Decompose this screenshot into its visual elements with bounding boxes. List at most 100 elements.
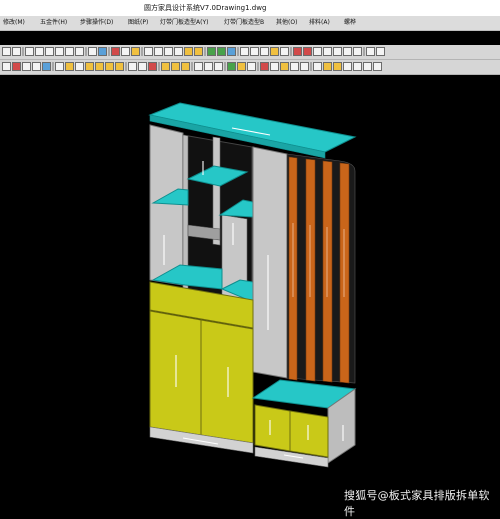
menu-item-drawings[interactable]: 图纸(P)	[128, 16, 148, 30]
toolbar-icon[interactable]	[32, 62, 41, 71]
menu-item-steps[interactable]: 步骤操作(D)	[80, 16, 113, 30]
toolbar-icon[interactable]	[333, 62, 342, 71]
toolbar-icon[interactable]	[12, 47, 21, 56]
toolbar-icon[interactable]	[2, 62, 11, 71]
left-side-panel	[149, 124, 184, 286]
toolbar-icon[interactable]	[373, 62, 382, 71]
toolbar-icon[interactable]	[131, 47, 140, 56]
menu-item-door-style-b[interactable]: 灯带门板造型B	[224, 16, 264, 30]
toolbar-icon[interactable]	[313, 62, 322, 71]
toolbar-icon[interactable]	[323, 62, 332, 71]
toolbar-icon[interactable]	[25, 47, 34, 56]
toolbar-icon[interactable]	[65, 62, 74, 71]
toolbar-icon[interactable]	[85, 62, 94, 71]
app-title: 圆方家具设计系统V7.0	[144, 4, 216, 12]
toolbar-icon[interactable]	[2, 47, 11, 56]
toolbar-icon[interactable]	[181, 62, 190, 71]
toolbar-icon[interactable]	[121, 47, 130, 56]
toolbar-separator	[257, 62, 259, 71]
toolbar-icon[interactable]	[260, 62, 269, 71]
toolbar-icon[interactable]	[194, 62, 203, 71]
toolbar-icon[interactable]	[154, 47, 163, 56]
menu-item-nesting[interactable]: 排料(A)	[309, 16, 330, 30]
toolbar-icon[interactable]	[35, 47, 44, 56]
toolbar-icon[interactable]	[12, 62, 21, 71]
toolbar-icon[interactable]	[227, 47, 236, 56]
toolbar-icon[interactable]	[270, 47, 279, 56]
toolbar-separator	[108, 47, 110, 56]
toolbar-icon[interactable]	[280, 62, 289, 71]
menu-item-fastener[interactable]: 螺桦	[344, 16, 356, 30]
toolbar-icon[interactable]	[353, 62, 362, 71]
toolbar-icon[interactable]	[22, 62, 31, 71]
toolbar-icon[interactable]	[42, 62, 51, 71]
toolbar-icon[interactable]	[240, 47, 249, 56]
toolbar-icon[interactable]	[138, 62, 147, 71]
toolbar-icon[interactable]	[207, 47, 216, 56]
toolbar-icon[interactable]	[161, 62, 170, 71]
toolbar-icon[interactable]	[45, 47, 54, 56]
toolbar-icon[interactable]	[363, 62, 372, 71]
toolbar-icon[interactable]	[75, 62, 84, 71]
toolbar-icon[interactable]	[184, 47, 193, 56]
right-tall-panel	[252, 146, 288, 379]
slat-3	[322, 160, 333, 383]
toolbar-icon[interactable]	[300, 62, 309, 71]
toolbar-icon[interactable]	[194, 47, 203, 56]
toolbar-separator	[363, 47, 365, 56]
toolbar-icon[interactable]	[333, 47, 342, 56]
toolbar-separator	[125, 62, 127, 71]
toolbar-icon[interactable]	[366, 47, 375, 56]
toolbar-separator	[290, 47, 292, 56]
watermark-text: 搜狐号@板式家具排版拆单软件	[344, 489, 490, 518]
toolbar-separator	[52, 62, 54, 71]
toolbar-icon[interactable]	[105, 62, 114, 71]
menu-item-other[interactable]: 其他(O)	[276, 16, 297, 30]
toolbar-icon[interactable]	[75, 47, 84, 56]
toolbar-icon[interactable]	[164, 47, 173, 56]
menu-item-door-style-a[interactable]: 灯带门板造型A(Y)	[160, 16, 208, 30]
toolbar-separator	[22, 47, 24, 56]
toolbar-icon[interactable]	[323, 47, 332, 56]
toolbar-separator	[141, 47, 143, 56]
toolbar-icon[interactable]	[343, 62, 352, 71]
toolbar-separator	[191, 62, 193, 71]
toolbar-icon[interactable]	[270, 62, 279, 71]
toolbar-icon[interactable]	[55, 62, 64, 71]
toolbar-icon[interactable]	[376, 47, 385, 56]
toolbar-icon[interactable]	[250, 47, 259, 56]
toolbar-icon[interactable]	[115, 62, 124, 71]
toolbar-icon[interactable]	[111, 47, 120, 56]
cabinet-model	[148, 102, 357, 468]
menu-bar: 修改(M) 五金件(H) 步骤操作(D) 图纸(P) 灯带门板造型A(Y) 灯带…	[0, 16, 500, 31]
toolbar-icon[interactable]	[204, 62, 213, 71]
toolbar-icon[interactable]	[290, 62, 299, 71]
toolbar-icon[interactable]	[88, 47, 97, 56]
toolbar-icon[interactable]	[313, 47, 322, 56]
toolbar-icon[interactable]	[144, 47, 153, 56]
toolbar-icon[interactable]	[55, 47, 64, 56]
toolbar-icon[interactable]	[65, 47, 74, 56]
toolbar-icon[interactable]	[227, 62, 236, 71]
toolbar-separator	[85, 47, 87, 56]
toolbar-icon[interactable]	[237, 62, 246, 71]
toolbar-icon[interactable]	[171, 62, 180, 71]
lower-cabinet-right-door	[200, 319, 254, 444]
toolbar-icon[interactable]	[214, 62, 223, 71]
toolbar-icon[interactable]	[260, 47, 269, 56]
toolbar-icon[interactable]	[148, 62, 157, 71]
toolbar-icon[interactable]	[343, 47, 352, 56]
menu-item-hardware[interactable]: 五金件(H)	[40, 16, 67, 30]
menu-item-modify[interactable]: 修改(M)	[3, 16, 25, 30]
toolbar-icon[interactable]	[174, 47, 183, 56]
toolbar-icon[interactable]	[293, 47, 302, 56]
toolbar-icon[interactable]	[217, 47, 226, 56]
toolbar-icon[interactable]	[353, 47, 362, 56]
toolbar-icon[interactable]	[247, 62, 256, 71]
drawing-viewport[interactable]	[0, 75, 500, 508]
toolbar-icon[interactable]	[95, 62, 104, 71]
toolbar-icon[interactable]	[280, 47, 289, 56]
toolbar-icon[interactable]	[303, 47, 312, 56]
toolbar-icon[interactable]	[98, 47, 107, 56]
toolbar-icon[interactable]	[128, 62, 137, 71]
